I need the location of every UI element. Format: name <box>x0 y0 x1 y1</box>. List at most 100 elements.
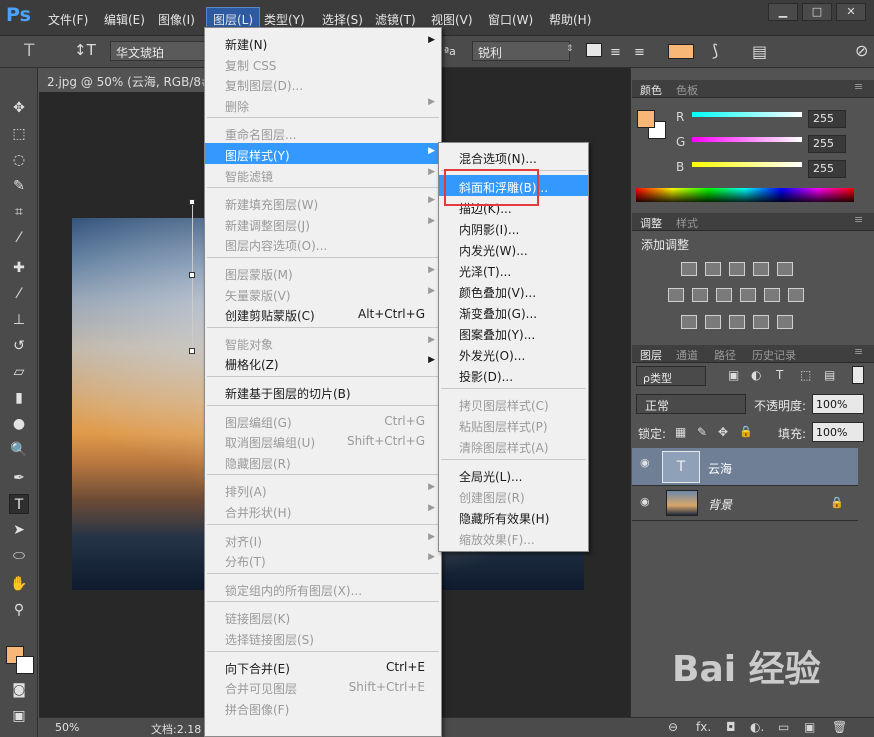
layer-row-cloud-sea[interactable]: ◉ T 云海 <box>632 448 858 486</box>
crop-tool-icon[interactable]: ⌗ <box>9 202 29 222</box>
menu-window[interactable]: 窗口(W) <box>488 11 533 28</box>
style-menu-item[interactable]: 外发光(O)... <box>439 343 588 364</box>
link-layers-icon[interactable]: ⊖ <box>668 720 678 734</box>
layer-menu-item[interactable]: 创建剪贴蒙版(C) Alt+Ctrl+G <box>205 303 441 324</box>
color-balance-icon[interactable] <box>692 288 708 302</box>
quick-mask-icon[interactable]: ◙ <box>9 680 29 700</box>
lasso-tool-icon[interactable]: ◌ <box>9 150 29 170</box>
menu-help[interactable]: 帮助(H) <box>549 11 591 28</box>
quick-select-icon[interactable]: ✎ <box>9 176 29 196</box>
selective-color-icon[interactable] <box>753 315 769 329</box>
style-menu-item[interactable]: 隐藏所有效果(H) <box>439 506 588 527</box>
layer-menu-item[interactable]: 新建基于图层的切片(B) <box>205 381 441 402</box>
fill-field[interactable]: 100% <box>812 422 864 442</box>
photo-filter-icon[interactable] <box>740 288 756 302</box>
layer-menu-item[interactable]: 向下合并(E) Ctrl+E <box>205 656 441 677</box>
bbox-handle[interactable] <box>189 199 195 205</box>
style-menu-item[interactable]: 渐变叠加(G)... <box>439 301 588 322</box>
zoom-level[interactable]: 50% <box>55 721 79 734</box>
healing-brush-icon[interactable]: ✚ <box>9 258 29 278</box>
style-menu-item[interactable]: 内阴影(I)... <box>439 217 588 238</box>
brush-tool-icon[interactable]: ⁄ <box>9 284 29 304</box>
opacity-field[interactable]: 100% <box>812 394 864 414</box>
color-lookup-icon[interactable] <box>788 288 804 302</box>
maximize-button[interactable]: □ <box>802 3 832 21</box>
menu-view[interactable]: 视图(V) <box>431 11 473 28</box>
panel-menu-icon[interactable]: ≡ <box>854 80 863 93</box>
black-white-icon[interactable] <box>716 288 732 302</box>
channel-b-slider[interactable] <box>692 162 802 167</box>
visibility-eye-icon[interactable]: ◉ <box>640 457 654 468</box>
layer-menu-item[interactable]: 栅格化(Z) ▶ <box>205 352 441 373</box>
vibrance-icon[interactable] <box>777 262 793 276</box>
filter-smart-icon[interactable]: ▤ <box>824 368 835 382</box>
align-right-icon[interactable]: ≡ <box>634 45 645 60</box>
new-layer-icon[interactable]: ▣ <box>804 720 815 734</box>
marquee-tool-icon[interactable]: ⬚ <box>9 124 29 144</box>
eyedropper-icon[interactable]: ⁄ <box>9 228 29 248</box>
layer-row-background[interactable]: ◉ 背景 🔒 <box>632 487 858 521</box>
style-menu-item[interactable]: 混合选项(N)... <box>439 146 588 167</box>
pen-tool-icon[interactable]: ✒ <box>9 468 29 488</box>
hue-saturation-icon[interactable] <box>668 288 684 302</box>
font-family-select[interactable]: 华文琥珀 <box>110 41 206 61</box>
color-fg-swatch[interactable] <box>637 110 655 128</box>
filter-pixel-icon[interactable]: ▣ <box>728 368 739 382</box>
new-adjustment-icon[interactable]: ◐. <box>750 720 764 734</box>
tab-layers[interactable]: 图层 <box>640 347 662 363</box>
style-menu-item[interactable]: 全局光(L)... <box>439 464 588 485</box>
layer-name[interactable]: 云海 <box>708 460 732 477</box>
character-panel-icon[interactable]: ▤ <box>752 42 767 61</box>
close-button[interactable]: ✕ <box>836 3 866 21</box>
channel-b-value[interactable]: 255 <box>808 160 846 178</box>
tab-history[interactable]: 历史记录 <box>752 347 796 363</box>
type-tool-icon[interactable]: T <box>9 494 29 514</box>
layer-filter-select[interactable]: ρ类型 <box>636 366 706 386</box>
tab-channels[interactable]: 通道 <box>676 347 698 363</box>
gradient-map-icon[interactable] <box>777 315 793 329</box>
hand-tool-icon[interactable]: ✋ <box>9 574 29 594</box>
menu-file[interactable]: 文件(F) <box>48 11 88 28</box>
lock-all-icon[interactable]: 🔒 <box>739 425 753 438</box>
eraser-icon[interactable]: ▱ <box>9 362 29 382</box>
align-center-icon[interactable]: ≡ <box>610 45 621 60</box>
channel-g-value[interactable]: 255 <box>808 135 846 153</box>
delete-layer-icon[interactable]: 🗑 <box>832 720 847 734</box>
filter-adjust-icon[interactable]: ◐ <box>751 368 761 382</box>
menu-select[interactable]: 选择(S) <box>322 11 363 28</box>
add-style-icon[interactable]: fx. <box>696 720 711 734</box>
bbox-handle[interactable] <box>189 348 195 354</box>
filter-toggle[interactable] <box>852 366 864 384</box>
style-menu-item[interactable]: 图案叠加(Y)... <box>439 322 588 343</box>
levels-icon[interactable] <box>705 262 721 276</box>
gradient-tool-icon[interactable]: ▮ <box>9 388 29 408</box>
threshold-icon[interactable] <box>729 315 745 329</box>
add-mask-icon[interactable]: ◘ <box>726 720 736 734</box>
menu-type[interactable]: 类型(Y) <box>264 11 305 28</box>
dodge-tool-icon[interactable]: 🔍 <box>9 440 29 460</box>
tab-paths[interactable]: 路径 <box>714 347 736 363</box>
layer-menu-item[interactable]: 新建(N) ▶ <box>205 32 441 53</box>
tab-color[interactable]: 颜色 <box>640 82 662 98</box>
color-spectrum-bar[interactable] <box>636 188 854 202</box>
tab-swatches[interactable]: 色板 <box>676 82 698 98</box>
tab-styles[interactable]: 样式 <box>676 215 698 231</box>
filter-shape-icon[interactable]: ⬚ <box>800 368 811 382</box>
tab-adjustments[interactable]: 调整 <box>640 215 662 231</box>
new-group-icon[interactable]: ▭ <box>778 720 789 734</box>
style-menu-item[interactable]: 投影(D)... <box>439 364 588 385</box>
panel-menu-icon[interactable]: ≡ <box>854 345 863 358</box>
channel-r-slider[interactable] <box>692 112 802 117</box>
blur-tool-icon[interactable]: ● <box>9 414 29 434</box>
curves-icon[interactable] <box>729 262 745 276</box>
style-menu-item[interactable]: 光泽(T)... <box>439 259 588 280</box>
menu-filter[interactable]: 滤镜(T) <box>375 11 416 28</box>
history-brush-icon[interactable]: ↺ <box>9 336 29 356</box>
posterize-icon[interactable] <box>705 315 721 329</box>
visibility-eye-icon[interactable]: ◉ <box>640 496 654 507</box>
zoom-tool-icon[interactable]: ⚲ <box>9 600 29 620</box>
filter-type-icon[interactable]: T <box>776 368 783 382</box>
lock-image-icon[interactable]: ✎ <box>697 425 707 439</box>
stamp-tool-icon[interactable]: ⊥ <box>9 310 29 330</box>
toggle-text-orientation-icon[interactable]: ↕T <box>74 41 96 59</box>
